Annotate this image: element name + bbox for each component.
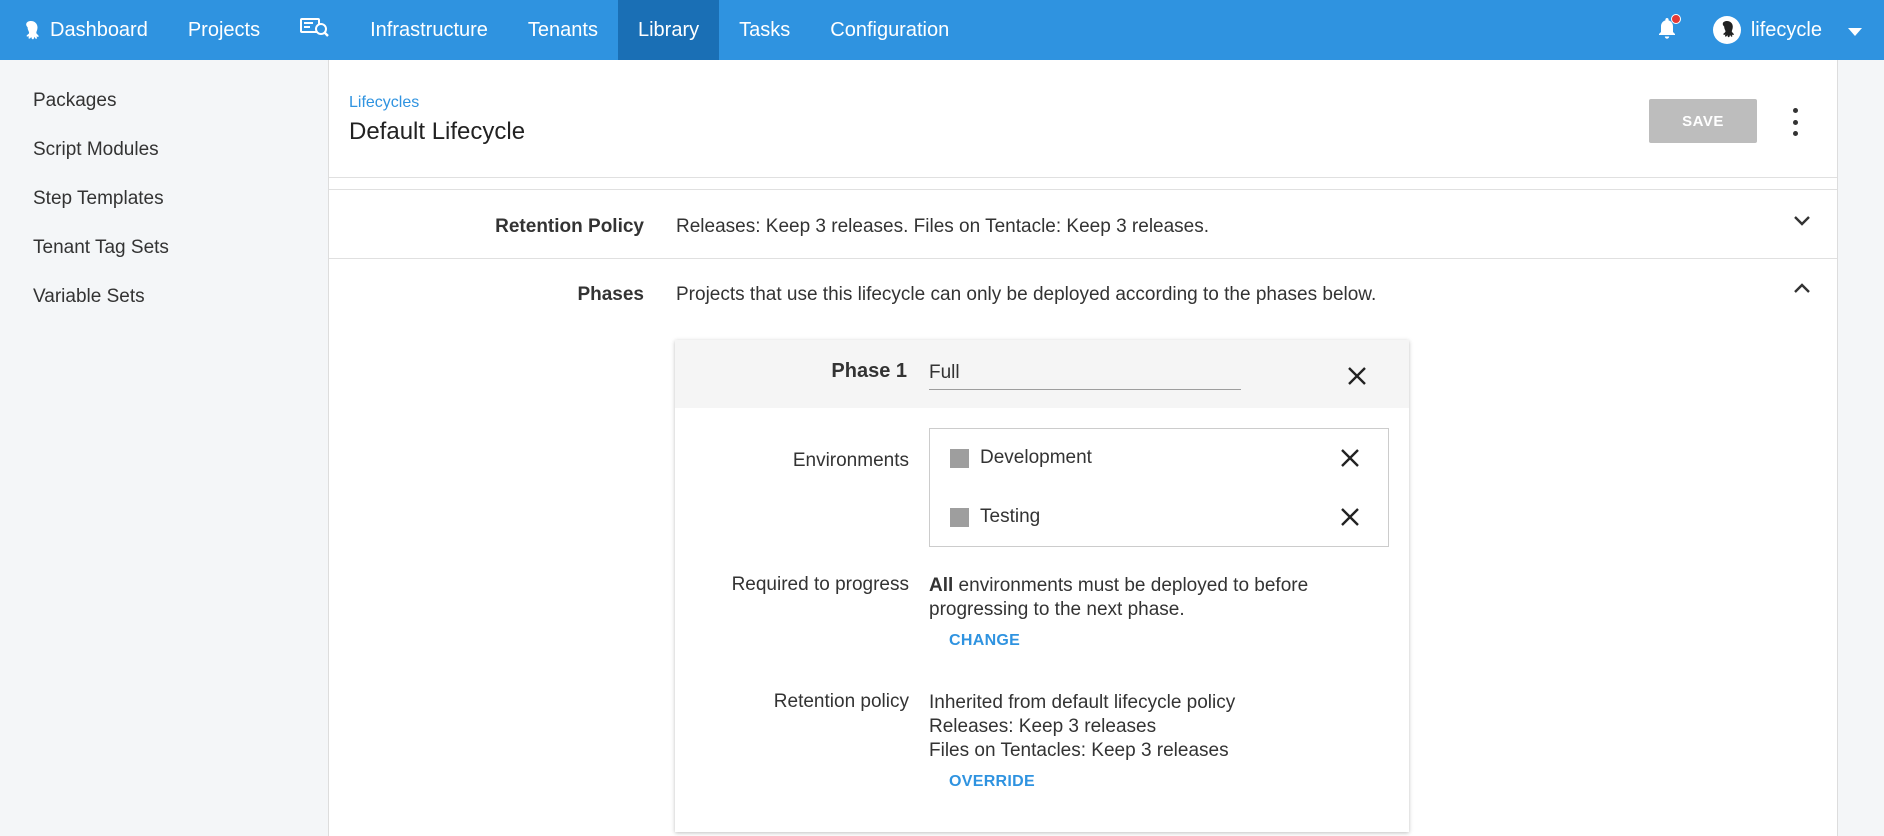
phases-label: Phases [577, 284, 644, 305]
sidebar-item-packages[interactable]: Packages [0, 76, 328, 125]
more-options-icon[interactable] [1791, 108, 1799, 136]
environments-list: Development Testing [929, 428, 1389, 547]
nav-projects[interactable]: Projects [168, 0, 280, 60]
notification-dot [1670, 14, 1681, 24]
search-machines-icon [300, 16, 330, 44]
page-header: Lifecycles Default Lifecycle SAVE [329, 60, 1837, 178]
required-to-progress-label: Required to progress [731, 574, 909, 595]
phase-name-input[interactable] [929, 356, 1241, 390]
nav-tenants-label: Tenants [527, 18, 598, 41]
retention-policy-field-label: Retention policy [773, 691, 909, 712]
sidebar-item-step-templates[interactable]: Step Templates [0, 174, 328, 223]
remove-phase-close-icon[interactable] [1347, 366, 1367, 391]
environment-name: Testing [980, 506, 1041, 527]
retention-line-1: Inherited from default lifecycle policy [929, 692, 1236, 713]
avatar [1712, 16, 1741, 44]
octopus-logo-icon [20, 19, 42, 41]
override-button[interactable]: OVERRIDE [949, 773, 1035, 791]
notifications-button[interactable] [1637, 0, 1697, 60]
nav-infrastructure[interactable]: Infrastructure [350, 0, 508, 60]
nav-tasks[interactable]: Tasks [719, 0, 810, 60]
change-button[interactable]: CHANGE [949, 632, 1020, 650]
environment-chip-development: Development [950, 443, 1092, 473]
remove-environment-close-icon[interactable] [1340, 448, 1360, 473]
phase-header: Phase 1 [675, 340, 1409, 408]
nav-configuration[interactable]: Configuration [810, 0, 969, 60]
section-divider [329, 178, 1837, 190]
nav-library-label: Library [637, 18, 700, 41]
save-button[interactable]: SAVE [1649, 99, 1757, 143]
chevron-down-icon [1848, 19, 1862, 42]
nav-configuration-label: Configuration [830, 18, 950, 41]
environment-name: Development [980, 447, 1092, 468]
environments-label: Environments [792, 450, 909, 471]
retention-policy-summary: Releases: Keep 3 releases. Files on Tent… [676, 216, 1210, 237]
sidebar-item-script-modules[interactable]: Script Modules [0, 125, 328, 174]
main-panel: Lifecycles Default Lifecycle SAVE Retent… [328, 60, 1838, 836]
retention-policy-label: Retention Policy [495, 216, 644, 237]
progress-text-1: environments must be deployed to before [953, 575, 1309, 596]
nav-machines-search[interactable] [280, 0, 350, 60]
sidebar: Packages Script Modules Step Templates T… [0, 60, 328, 836]
chevron-up-icon[interactable] [1793, 281, 1811, 299]
progress-text-2: progressing to the next phase. [929, 599, 1185, 620]
retention-policy-value: Inherited from default lifecycle policy … [929, 691, 1235, 763]
nav-library[interactable]: Library [617, 0, 720, 60]
retention-line-3: Files on Tentacles: Keep 3 releases [929, 740, 1229, 761]
user-name: lifecycle [1750, 18, 1822, 41]
phases-description: Projects that use this lifecycle can onl… [676, 284, 1377, 305]
top-navigation: Dashboard Projects Infrastructure Tenant… [0, 0, 1884, 60]
nav-infrastructure-label: Infrastructure [370, 18, 488, 41]
remove-environment-close-icon[interactable] [1340, 507, 1360, 532]
sidebar-item-variable-sets[interactable]: Variable Sets [0, 272, 328, 321]
environment-icon [950, 507, 969, 527]
environment-icon [950, 448, 969, 468]
retention-policy-section[interactable]: Retention Policy Releases: Keep 3 releas… [329, 190, 1837, 259]
required-to-progress-value: All environments must be deployed to bef… [929, 574, 1308, 622]
nav-tenants[interactable]: Tenants [508, 0, 618, 60]
user-menu[interactable]: lifecycle [1712, 0, 1884, 60]
nav-tasks-label: Tasks [739, 18, 791, 41]
nav-projects-label: Projects [187, 18, 261, 41]
environment-chip-testing: Testing [950, 502, 1040, 532]
nav-dashboard-label: Dashboard [50, 18, 148, 41]
page-title: Default Lifecycle [349, 118, 526, 145]
breadcrumb[interactable]: Lifecycles [349, 94, 419, 112]
progress-bold: All [929, 575, 954, 596]
sidebar-item-tenant-tag-sets[interactable]: Tenant Tag Sets [0, 223, 328, 272]
retention-line-2: Releases: Keep 3 releases [929, 716, 1157, 737]
phase-label: Phase 1 [831, 360, 907, 382]
nav-dashboard[interactable]: Dashboard [0, 0, 168, 60]
chevron-down-icon[interactable] [1793, 214, 1811, 232]
phase-card: Phase 1 Environments Development Testing [675, 340, 1409, 832]
